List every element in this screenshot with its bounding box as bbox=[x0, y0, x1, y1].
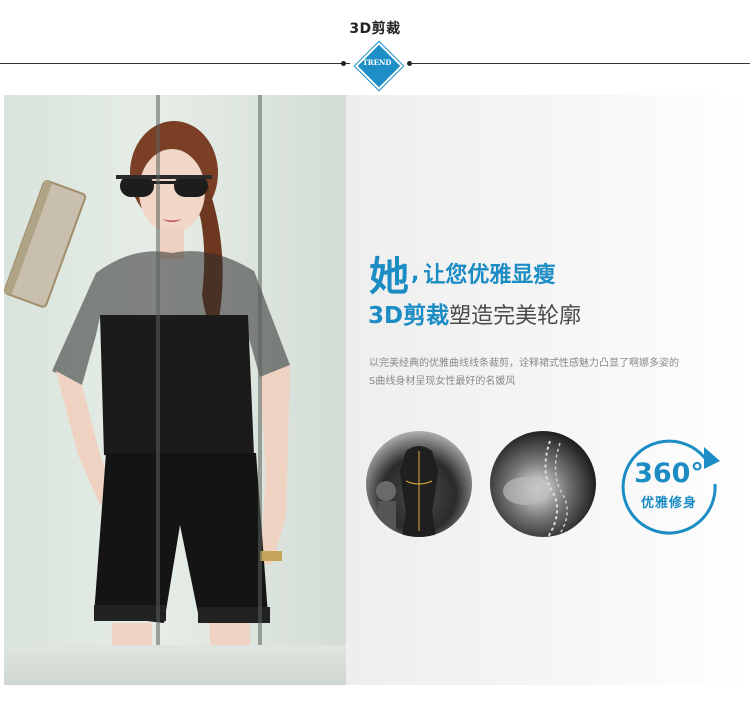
subheadline-accent: 3D剪裁 bbox=[368, 303, 450, 329]
feature-label: 优雅修身 bbox=[640, 496, 697, 511]
model-figure bbox=[4, 121, 290, 685]
subheadline: 3D剪裁塑造完美轮廓 bbox=[368, 296, 581, 330]
headline: 她, 让您优雅显瘦 bbox=[369, 244, 555, 302]
info-panel bbox=[346, 95, 750, 685]
trend-badge-label: TREND bbox=[362, 58, 392, 67]
divider-dot-left bbox=[341, 61, 346, 66]
degrees-label: 360° bbox=[634, 458, 704, 489]
model-photo bbox=[4, 95, 346, 685]
section-title: 3D剪裁 bbox=[349, 21, 401, 37]
divider-right bbox=[412, 63, 750, 64]
headline-text: 让您优雅显瘦 bbox=[423, 263, 556, 288]
curve-photo bbox=[490, 431, 596, 537]
subheadline-text: 塑造完美轮廓 bbox=[449, 304, 582, 329]
divider-dot-right bbox=[407, 61, 412, 66]
description-line-1: 以完美经典的优雅曲线线条裁剪，诠释裙式性感魅力凸显了啊娜多姿的 bbox=[369, 358, 679, 369]
divider-left bbox=[0, 63, 350, 64]
description-line-2: S曲线身材呈现女性最好的名媛风 bbox=[369, 376, 516, 387]
tailoring-photo bbox=[366, 431, 472, 537]
headline-comma: , bbox=[411, 260, 420, 286]
headline-big-char: 她 bbox=[369, 254, 409, 300]
